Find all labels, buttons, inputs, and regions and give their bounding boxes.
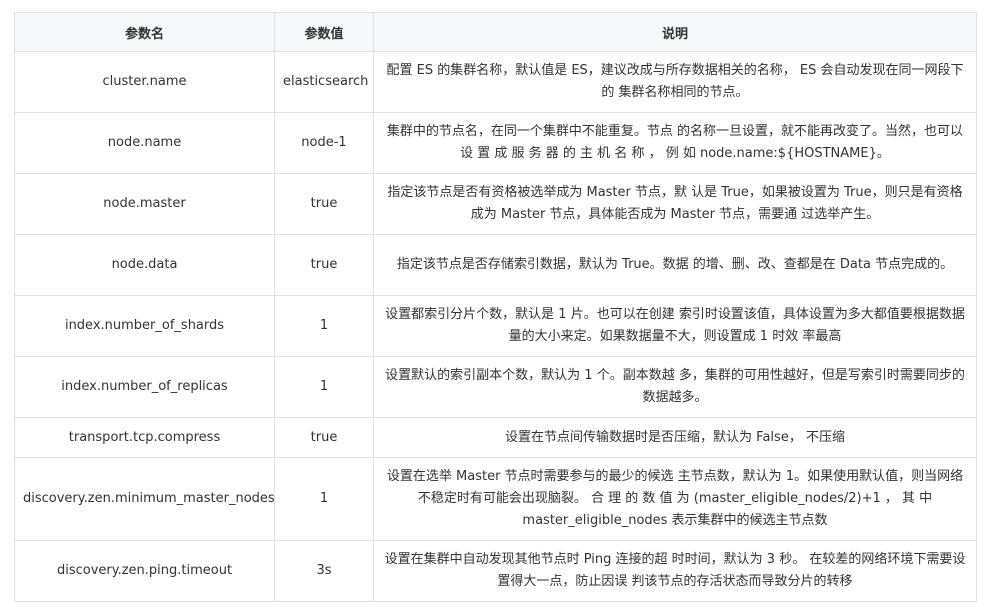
param-value: node-1 (274, 112, 374, 174)
header-value: 参数值 (274, 12, 374, 52)
param-value: 1 (274, 457, 374, 541)
param-desc: 设置在选举 Master 节点时需要参与的最少的候选 主节点数，默认为 1。如果… (373, 457, 977, 541)
param-desc: 设置在节点间传输数据时是否压缩，默认为 False， 不压缩 (373, 417, 977, 458)
table-row: index.number_of_shards 1 设置都索引分片个数，默认是 1… (14, 295, 977, 357)
param-desc: 设置都索引分片个数，默认是 1 片。也可以在创建 索引时设置该值，具体设置为多大… (373, 295, 977, 357)
param-desc: 集群中的节点名，在同一个集群中不能重复。节点 的名称一旦设置，就不能再改变了。当… (373, 112, 977, 174)
table-row: node.name node-1 集群中的节点名，在同一个集群中不能重复。节点 … (14, 112, 977, 174)
param-value: 3s (274, 540, 374, 602)
param-desc: 设置默认的索引副本个数，默认为 1 个。副本数越 多，集群的可用性越好，但是写索… (373, 356, 977, 418)
param-name: index.number_of_replicas (14, 356, 275, 418)
param-value: elasticsearch (274, 51, 374, 113)
param-desc: 设置在集群中自动发现其他节点时 Ping 连接的超 时时间，默认为 3 秒。 在… (373, 540, 977, 602)
table-row: transport.tcp.compress true 设置在节点间传输数据时是… (14, 417, 977, 458)
param-value: 1 (274, 295, 374, 357)
parameter-table: 参数名 参数值 说明 cluster.name elasticsearch 配置… (14, 12, 977, 602)
table-header-row: 参数名 参数值 说明 (14, 12, 977, 52)
header-name: 参数名 (14, 12, 275, 52)
table-row: node.master true 指定该节点是否有资格被选举成为 Master … (14, 173, 977, 235)
table-row: discovery.zen.ping.timeout 3s 设置在集群中自动发现… (14, 540, 977, 602)
param-value: true (274, 173, 374, 235)
param-value: true (274, 417, 374, 458)
param-name: node.name (14, 112, 275, 174)
param-name: node.master (14, 173, 275, 235)
param-value: 1 (274, 356, 374, 418)
param-name: discovery.zen.ping.timeout (14, 540, 275, 602)
param-desc: 指定该节点是否存储索引数据，默认为 True。数据 的增、删、改、查都是在 Da… (373, 234, 977, 296)
param-name: cluster.name (14, 51, 275, 113)
param-name: transport.tcp.compress (14, 417, 275, 458)
table-row: cluster.name elasticsearch 配置 ES 的集群名称，默… (14, 51, 977, 113)
header-desc: 说明 (373, 12, 977, 52)
param-desc: 指定该节点是否有资格被选举成为 Master 节点，默 认是 True，如果被设… (373, 173, 977, 235)
param-value: true (274, 234, 374, 296)
table-row: node.data true 指定该节点是否存储索引数据，默认为 True。数据… (14, 234, 977, 296)
table-row: index.number_of_replicas 1 设置默认的索引副本个数，默… (14, 356, 977, 418)
table-row: discovery.zen.minimum_master_nodes 1 设置在… (14, 457, 977, 541)
param-name: index.number_of_shards (14, 295, 275, 357)
param-desc: 配置 ES 的集群名称，默认值是 ES，建议改成与所存数据相关的名称， ES 会… (373, 51, 977, 113)
param-name: discovery.zen.minimum_master_nodes (14, 457, 275, 541)
param-name: node.data (14, 234, 275, 296)
